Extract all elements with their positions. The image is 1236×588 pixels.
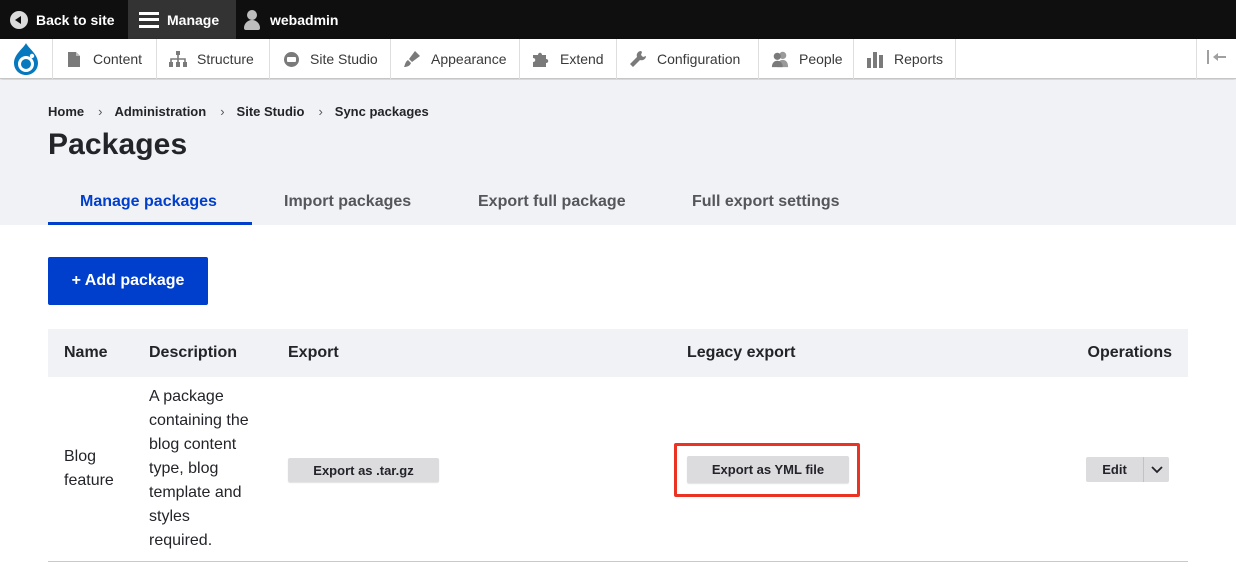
operations-dropbutton: Edit: [1086, 457, 1169, 482]
paintbrush-icon: [403, 50, 421, 68]
menu-item-reports-label: Reports: [894, 51, 944, 67]
description-line: blog content: [149, 436, 237, 453]
packages-table: Name Description Export Legacy export Op…: [48, 329, 1188, 562]
admin-menu-bar: Content Structure Site Studio Appearance…: [0, 39, 1236, 79]
breadcrumb-separator: ›: [220, 104, 225, 119]
description-line: A package: [149, 388, 224, 405]
menu-item-people-label: People: [799, 51, 843, 67]
page-title: Packages: [48, 128, 188, 161]
user-icon: [244, 9, 260, 30]
menu-item-structure-label: Structure: [197, 51, 254, 67]
column-header-description: Description: [149, 344, 238, 361]
operations-toggle[interactable]: [1143, 457, 1169, 482]
manage-label: Manage: [167, 11, 220, 28]
back-to-site-label: Back to site: [36, 11, 115, 28]
puzzle-icon: [532, 50, 550, 68]
tab-import-packages[interactable]: Import packages: [252, 183, 446, 225]
package-name-line: feature: [64, 472, 114, 489]
drupal-logo-icon[interactable]: [0, 39, 52, 79]
breadcrumb-site-studio[interactable]: Site Studio: [237, 104, 305, 119]
breadcrumb-sync-packages: Sync packages: [334, 104, 429, 119]
menu-item-structure[interactable]: Structure: [156, 39, 269, 79]
menu-divider: [955, 39, 956, 79]
tab-manage-packages[interactable]: Manage packages: [48, 183, 252, 225]
package-name-line: Blog: [64, 448, 97, 465]
menu-item-extend-label: Extend: [560, 51, 604, 67]
column-header-export: Export: [288, 344, 339, 361]
back-to-site-link[interactable]: Back to site: [10, 0, 115, 39]
chevron-down-icon: [1150, 461, 1163, 479]
table-row: Blog feature A package containing the bl…: [48, 377, 1188, 562]
primary-tabs: Manage packages Import packages Export f…: [48, 183, 886, 225]
menu-item-extend[interactable]: Extend: [519, 39, 616, 79]
menu-item-site-studio[interactable]: Site Studio: [269, 39, 390, 79]
package-name: Blog feature: [64, 445, 114, 493]
column-header-operations: Operations: [1087, 344, 1172, 361]
description-line: styles: [149, 508, 190, 525]
breadcrumb-home[interactable]: Home: [48, 104, 84, 119]
package-description: A package containing the blog content ty…: [149, 385, 249, 553]
tab-full-export-settings[interactable]: Full export settings: [660, 183, 886, 225]
collapse-arrow-icon: [1206, 50, 1227, 68]
breadcrumb-administration[interactable]: Administration: [114, 104, 206, 119]
back-arrow-icon: [10, 10, 28, 29]
user-tab[interactable]: webadmin: [244, 0, 338, 39]
column-header-legacy-export: Legacy export: [687, 344, 796, 361]
menu-item-site-studio-label: Site Studio: [310, 51, 378, 67]
page-icon: [65, 50, 83, 68]
site-studio-icon: [282, 50, 300, 68]
manage-tab[interactable]: Manage: [128, 0, 236, 39]
hamburger-icon: [139, 11, 159, 28]
wrench-icon: [629, 50, 647, 68]
export-tar-gz-button[interactable]: Export as .tar.gz: [288, 458, 439, 482]
tab-export-full-package[interactable]: Export full package: [446, 183, 660, 225]
description-line: type, blog: [149, 460, 219, 477]
menu-item-content-label: Content: [93, 51, 143, 67]
menu-item-configuration-label: Configuration: [657, 51, 741, 67]
menu-item-appearance[interactable]: Appearance: [390, 39, 519, 79]
top-toolbar: Back to site Manage webadmin: [0, 0, 1236, 39]
breadcrumb-separator: ›: [318, 104, 323, 119]
menu-item-people[interactable]: People: [758, 39, 853, 79]
export-yml-button[interactable]: Export as YML file: [687, 456, 849, 483]
menu-item-appearance-label: Appearance: [431, 51, 507, 67]
add-package-button[interactable]: + Add package: [48, 257, 208, 305]
page-header: Home › Administration › Site Studio › Sy…: [0, 80, 1236, 225]
collapse-menu-button[interactable]: [1196, 39, 1236, 79]
people-icon: [771, 50, 789, 68]
breadcrumb: Home › Administration › Site Studio › Sy…: [48, 104, 429, 119]
bar-chart-icon: [866, 50, 884, 68]
sitemap-icon: [169, 50, 187, 68]
breadcrumb-separator: ›: [98, 104, 103, 119]
description-line: required.: [149, 532, 213, 549]
menu-item-content[interactable]: Content: [52, 39, 156, 79]
description-line: containing the: [149, 412, 249, 429]
table-header: Name Description Export Legacy export Op…: [48, 329, 1188, 377]
description-line: template and: [149, 484, 242, 501]
edit-button[interactable]: Edit: [1086, 457, 1143, 482]
menu-item-reports[interactable]: Reports: [853, 39, 955, 79]
column-header-name: Name: [64, 344, 108, 361]
user-label: webadmin: [270, 11, 339, 28]
menu-item-configuration[interactable]: Configuration: [616, 39, 758, 79]
